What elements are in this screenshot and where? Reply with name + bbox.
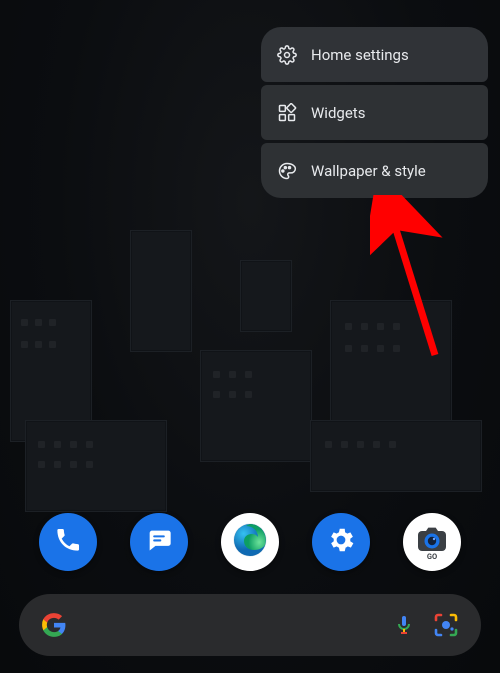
menu-item-widgets[interactable]: Widgets bbox=[261, 85, 488, 140]
messages-icon bbox=[145, 526, 173, 558]
home-context-menu: Home settings Widgets Wallpaper & style bbox=[261, 27, 488, 198]
settings-icon bbox=[326, 525, 356, 559]
google-search-bar[interactable] bbox=[19, 594, 481, 656]
phone-icon bbox=[54, 526, 82, 558]
widgets-icon bbox=[277, 103, 297, 123]
app-messages[interactable] bbox=[130, 513, 188, 571]
app-camera-go[interactable]: GO bbox=[403, 513, 461, 571]
gear-icon bbox=[277, 45, 297, 65]
edge-icon bbox=[230, 520, 270, 564]
app-phone[interactable] bbox=[39, 513, 97, 571]
lens-icon[interactable] bbox=[433, 612, 459, 638]
camera-icon: GO bbox=[409, 517, 455, 567]
google-logo-icon bbox=[41, 612, 67, 638]
app-edge[interactable] bbox=[221, 513, 279, 571]
palette-icon bbox=[277, 161, 297, 181]
menu-item-label: Wallpaper & style bbox=[311, 162, 472, 180]
app-settings[interactable] bbox=[312, 513, 370, 571]
menu-item-label: Home settings bbox=[311, 46, 472, 64]
menu-item-wallpaper-style[interactable]: Wallpaper & style bbox=[261, 143, 488, 198]
menu-item-label: Widgets bbox=[311, 104, 472, 122]
svg-text:GO: GO bbox=[427, 552, 437, 561]
menu-item-home-settings[interactable]: Home settings bbox=[261, 27, 488, 82]
mic-icon[interactable] bbox=[391, 612, 417, 638]
dock: GO bbox=[0, 509, 500, 575]
